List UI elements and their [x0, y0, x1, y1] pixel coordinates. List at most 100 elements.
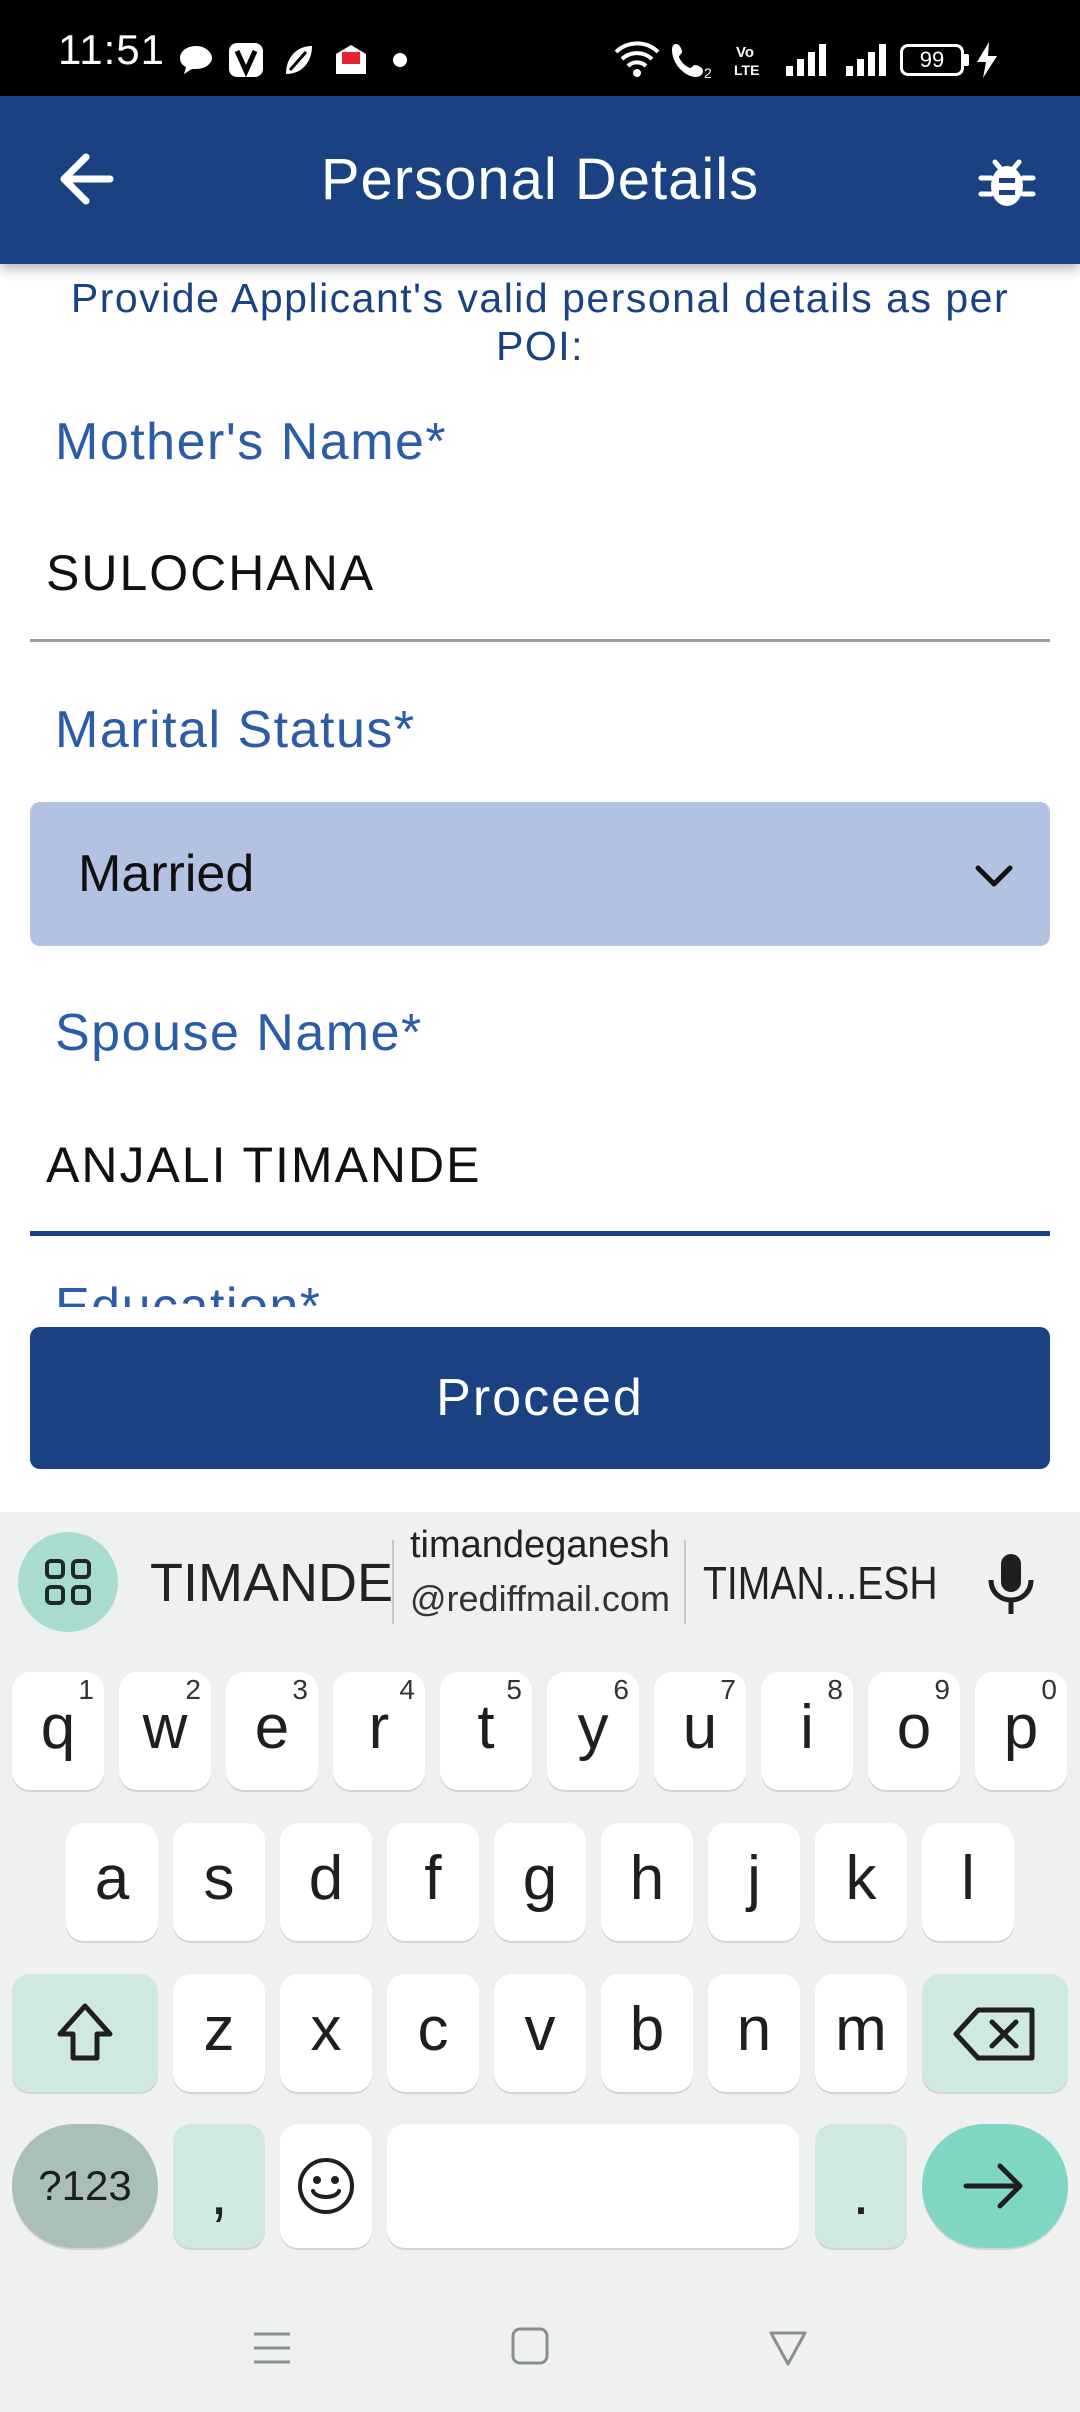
marital-status-select[interactable]: Married [30, 802, 1050, 946]
key-hint: 0 [1041, 1674, 1057, 1705]
microphone-icon[interactable] [984, 1550, 1038, 1620]
key-w[interactable]: w2 [119, 1672, 211, 1790]
mother-name-label: Mother's Name* [55, 413, 448, 471]
backspace-icon [953, 2007, 1035, 2061]
marital-status-value: Married [78, 845, 255, 903]
key-label: y [577, 1693, 609, 1762]
key-n[interactable]: n [708, 1974, 800, 2092]
suggestion-divider [684, 1540, 686, 1624]
volte-call-icon: 2 [672, 44, 712, 80]
comma-key[interactable]: , [173, 2124, 265, 2248]
battery-level: 99 [919, 47, 945, 72]
education-label: Education* [55, 1278, 322, 1307]
key-a[interactable]: a [66, 1823, 158, 1941]
keyboard-menu-button[interactable] [18, 1532, 118, 1632]
key-l[interactable]: l [922, 1823, 1014, 1941]
key-hint: 5 [506, 1674, 522, 1705]
key-k[interactable]: k [815, 1823, 907, 1941]
mail-icon [336, 45, 366, 74]
key-label: t [477, 1693, 495, 1762]
shift-key[interactable] [12, 1974, 158, 2092]
key-e[interactable]: e3 [226, 1672, 318, 1790]
key-m[interactable]: m [815, 1974, 907, 2092]
period-key[interactable]: . [815, 2124, 907, 2248]
svg-text:Vo: Vo [736, 44, 754, 61]
suggestion-3[interactable]: TIMAN...ESH [703, 1556, 938, 1610]
key-p[interactable]: p0 [975, 1672, 1067, 1790]
key-label: p [1003, 1693, 1039, 1762]
chevron-down-icon [975, 865, 1013, 887]
svg-text:LTE: LTE [734, 62, 759, 78]
key-hint: 4 [399, 1674, 415, 1705]
key-i[interactable]: i8 [761, 1672, 853, 1790]
key-hint: 3 [292, 1674, 308, 1705]
key-label: o [896, 1693, 932, 1762]
key-x[interactable]: x [280, 1974, 372, 2092]
key-q[interactable]: q1 [12, 1672, 104, 1790]
education-field-clipped: Education* [0, 1265, 1080, 1307]
key-s[interactable]: s [173, 1823, 265, 1941]
home-nav-icon[interactable] [510, 2326, 550, 2366]
suggestion-2-line1[interactable]: timandeganesh [410, 1524, 670, 1567]
charging-icon [977, 42, 997, 78]
battery-icon: 99 [900, 44, 964, 76]
key-v[interactable]: v [494, 1974, 586, 2092]
bug-report-icon[interactable] [975, 148, 1039, 212]
battery-tip [964, 54, 969, 66]
key-label: q [40, 1693, 76, 1762]
suggestion-divider [392, 1540, 394, 1624]
back-nav-icon[interactable] [768, 2328, 808, 2368]
wifi-icon [614, 41, 660, 77]
key-z[interactable]: z [173, 1974, 265, 2092]
key-f[interactable]: f [387, 1823, 479, 1941]
key-o[interactable]: o9 [868, 1672, 960, 1790]
key-label: i [800, 1693, 814, 1762]
menu-nav-icon[interactable] [252, 2328, 292, 2368]
key-t[interactable]: t5 [440, 1672, 532, 1790]
emoji-key[interactable] [280, 2124, 372, 2248]
key-u[interactable]: u7 [654, 1672, 746, 1790]
key-hint: 8 [827, 1674, 843, 1705]
key-hint: 7 [720, 1674, 736, 1705]
arrow-right-icon [963, 2163, 1023, 2209]
marital-status-label: Marital Status* [55, 701, 416, 759]
page-title: Personal Details [320, 147, 760, 212]
spouse-name-input[interactable]: ANJALI TIMANDE [46, 1136, 482, 1194]
key-hint: 9 [934, 1674, 950, 1705]
backspace-key[interactable] [922, 1974, 1068, 2092]
spouse-name-underline [30, 1231, 1050, 1236]
proceed-button[interactable]: Proceed [30, 1327, 1050, 1469]
suggestion-2-line2[interactable]: @rediffmail.com [410, 1578, 670, 1620]
chat-bubble-icon [180, 46, 212, 74]
signal-icon [846, 44, 886, 76]
key-h[interactable]: h [601, 1823, 693, 1941]
key-c[interactable]: c [387, 1974, 479, 2092]
emoji-icon [298, 2158, 354, 2214]
key-d[interactable]: d [280, 1823, 372, 1941]
grid-icon [45, 1559, 91, 1605]
key-label: w [142, 1693, 188, 1762]
key-r[interactable]: r4 [333, 1672, 425, 1790]
navigation-bar [0, 2290, 1080, 2412]
spouse-name-label: Spouse Name* [55, 1004, 423, 1062]
v-app-icon [229, 43, 263, 78]
mother-name-underline [30, 639, 1050, 642]
soft-keyboard: TIMANDE timandeganesh @rediffmail.com TI… [0, 1512, 1080, 2412]
key-label: r [368, 1693, 390, 1762]
space-key[interactable] [387, 2124, 799, 2248]
key-hint: 1 [78, 1674, 94, 1705]
app-bar: Personal Details [0, 96, 1080, 264]
key-j[interactable]: j [708, 1823, 800, 1941]
next-key[interactable] [922, 2124, 1068, 2248]
mother-name-input[interactable]: SULOCHANA [46, 544, 375, 602]
key-b[interactable]: b [601, 1974, 693, 2092]
leaf-app-icon [286, 46, 312, 74]
key-g[interactable]: g [494, 1823, 586, 1941]
dot-icon [393, 53, 407, 67]
symbols-key[interactable]: ?123 [12, 2124, 158, 2248]
key-y[interactable]: y6 [547, 1672, 639, 1790]
intro-text: Provide Applicant's valid personal detai… [70, 275, 1010, 369]
status-time: 11:51 [58, 26, 165, 73]
status-bar: 11:51 2 Vo LTE 99 [0, 0, 1080, 96]
suggestion-1[interactable]: TIMANDE [150, 1552, 393, 1614]
